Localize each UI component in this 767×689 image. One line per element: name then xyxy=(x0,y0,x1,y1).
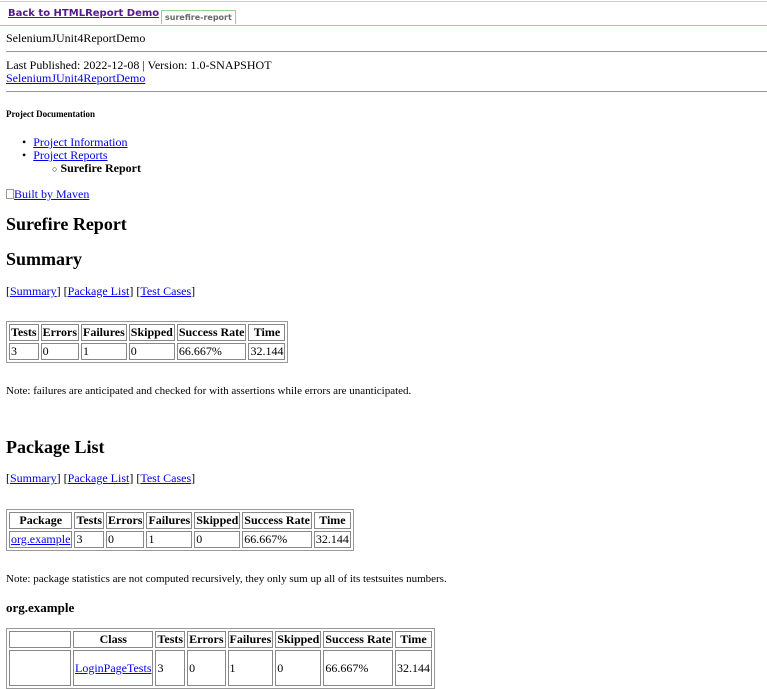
tab-surefire-report[interactable]: surefire-report xyxy=(161,10,236,24)
table-cell: Success Rate xyxy=(176,324,247,341)
table-cell: Skipped xyxy=(128,324,175,341)
table-cell xyxy=(9,650,71,686)
table-header: Class Tests Errors Failures Skipped Success R… xyxy=(9,631,432,648)
table-cell: Tests xyxy=(155,631,186,648)
table-cell: org.example xyxy=(9,531,73,548)
built-by-maven-badge[interactable]: Built by Maven xyxy=(6,187,89,202)
table-cell: 3 xyxy=(74,531,105,548)
table-cell: Failures xyxy=(81,324,127,341)
table-cell: 0 xyxy=(128,343,175,360)
table-cell: Failures xyxy=(146,512,193,529)
table-cell: 32.144 xyxy=(313,531,351,548)
table-cell: Errors xyxy=(40,324,80,341)
package-title: org.example xyxy=(6,600,75,615)
table-cell: Tests xyxy=(74,512,105,529)
divider xyxy=(6,91,767,92)
package-list-title: Package List xyxy=(6,437,105,457)
link-summary[interactable]: Summary xyxy=(10,284,57,298)
table-cell: 0 xyxy=(40,343,80,360)
table-cell: 32.144 xyxy=(394,650,432,686)
nav-heading: Project Documentation xyxy=(6,109,96,119)
package-link[interactable]: org.example xyxy=(11,532,70,546)
table-cell: 0 xyxy=(275,650,322,686)
project-name: SeleniumJUnit4ReportDemo xyxy=(6,31,146,45)
table-cell: 32.144 xyxy=(248,343,286,360)
table-cell: 0 xyxy=(106,531,145,548)
table-row: org.example 3 0 1 0 66.667% 32.144 xyxy=(9,531,351,548)
table-cell: 1 xyxy=(146,531,193,548)
package-nav: [Summary] [Package List] [Test Cases] xyxy=(6,471,196,485)
table-cell: Tests xyxy=(9,324,39,341)
class-table: Class Tests Errors Failures Skipped Success R… xyxy=(6,628,435,689)
divider xyxy=(6,51,767,52)
table-cell: Time xyxy=(248,324,286,341)
nav-surefire-report: Surefire Report xyxy=(60,161,141,175)
table-cell: 0 xyxy=(187,650,226,686)
table-row: 3 0 1 0 66.667% 32.144 xyxy=(9,343,286,360)
tab-divider xyxy=(0,25,767,26)
table-cell xyxy=(9,631,71,648)
table-cell: 0 xyxy=(194,531,241,548)
link-package-list[interactable]: Package List xyxy=(68,284,130,298)
table-cell: 1 xyxy=(227,650,274,686)
table-cell: Success Rate xyxy=(323,631,393,648)
table-cell: 1 xyxy=(81,343,127,360)
top-border xyxy=(0,1,767,2)
table-cell: 3 xyxy=(155,650,186,686)
table-cell: Class xyxy=(73,631,154,648)
table-header: Tests Errors Failures Skipped Success Rate Ti… xyxy=(9,324,286,341)
link-test-cases[interactable]: Test Cases xyxy=(140,471,191,485)
table-row: LoginPageTests 3 0 1 0 66.667% 32.144 xyxy=(9,650,432,686)
summary-table: Tests Errors Failures Skipped Success Rate Ti… xyxy=(6,321,289,363)
table-cell: Skipped xyxy=(194,512,241,529)
table-cell: Failures xyxy=(227,631,274,648)
page-title: Surefire Report xyxy=(6,214,127,234)
table-cell: Time xyxy=(313,512,351,529)
table-cell: Errors xyxy=(106,512,145,529)
table-cell: Skipped xyxy=(275,631,322,648)
link-package-list[interactable]: Package List xyxy=(68,471,130,485)
project-link[interactable]: SeleniumJUnit4ReportDemo xyxy=(6,71,145,86)
table-cell: Package xyxy=(9,512,73,529)
table-cell: Success Rate xyxy=(242,512,312,529)
nav-project-reports[interactable]: Project Reports xyxy=(33,148,107,162)
summary-nav: [Summary] [Package List] [Test Cases] xyxy=(6,284,196,298)
table-cell: Time xyxy=(394,631,432,648)
table-cell: 66.667% xyxy=(323,650,393,686)
table-header: Package Tests Errors Failures Skipped Success… xyxy=(9,512,351,529)
table-cell: Errors xyxy=(187,631,226,648)
table-cell: LoginPageTests xyxy=(73,650,154,686)
table-cell: 3 xyxy=(9,343,39,360)
link-test-cases[interactable]: Test Cases xyxy=(140,284,191,298)
nav-list: • Project Information • Project Reports … xyxy=(22,135,141,175)
table-cell: 66.667% xyxy=(242,531,312,548)
table-cell: 66.667% xyxy=(176,343,247,360)
link-summary[interactable]: Summary xyxy=(10,471,57,485)
class-link[interactable]: LoginPageTests xyxy=(75,661,151,675)
back-link[interactable]: Back to HTMLReport Demo xyxy=(8,8,159,19)
nav-project-information[interactable]: Project Information xyxy=(33,135,127,149)
summary-title: Summary xyxy=(6,249,82,269)
package-note: Note: package statistics are not compute… xyxy=(6,573,447,585)
summary-note: Note: failures are anticipated and check… xyxy=(6,385,412,397)
package-table: Package Tests Errors Failures Skipped Success… xyxy=(6,509,354,551)
